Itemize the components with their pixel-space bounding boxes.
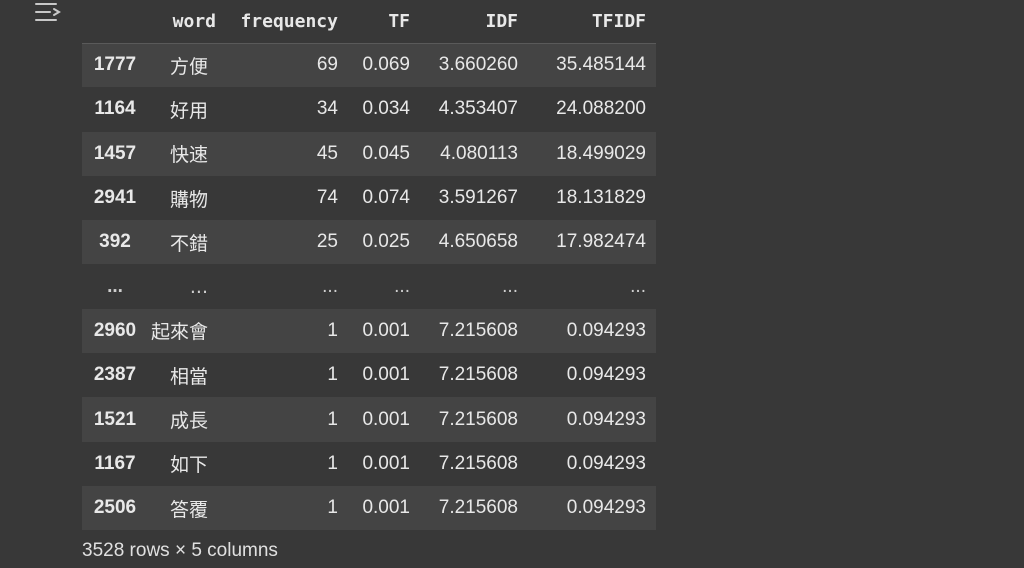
cell-tfidf: 17.982474 <box>556 231 646 253</box>
cell-word: ... <box>189 275 208 298</box>
cell-tfidf: 35.485144 <box>556 54 646 76</box>
dataframe-table: word frequency TF IDF TFIDF 1777 方便 69 0.06… <box>82 0 656 531</box>
cell-word: 快速 <box>169 144 208 167</box>
row-index: 392 <box>99 231 131 253</box>
row-index: 1167 <box>94 452 136 474</box>
cell-tfidf: 0.094293 <box>566 408 646 430</box>
cell-idf: 4.353407 <box>438 98 518 120</box>
cell-tfidf: 0.094293 <box>566 364 646 386</box>
table-row: 2941 購物 74 0.074 3.591267 18.131829 <box>82 175 656 221</box>
cell-word: 答覆 <box>169 498 208 521</box>
cell-tf: 0.045 <box>362 142 410 164</box>
row-index: 1164 <box>94 98 136 120</box>
cell-frequency: 69 <box>316 54 338 76</box>
row-index: 1777 <box>93 54 137 76</box>
column-header-frequency: frequency <box>226 0 348 44</box>
cell-idf: 7.215608 <box>438 364 518 386</box>
cell-frequency: 1 <box>327 408 338 430</box>
dataframe-output: word frequency TF IDF TFIDF 1777 方便 69 0.06… <box>82 0 656 531</box>
cell-tfidf: ... <box>630 275 646 297</box>
cell-tf: 0.001 <box>362 408 410 430</box>
table-row: 1777 方便 69 0.069 3.660260 35.485144 <box>82 43 656 88</box>
cell-idf: 4.080113 <box>440 142 518 164</box>
cell-word: 好用 <box>169 99 208 122</box>
cell-tfidf: 24.088200 <box>556 98 646 120</box>
table-row: 2387 相當 1 0.001 7.215608 0.094293 <box>82 353 656 398</box>
cell-frequency: 1 <box>327 364 338 386</box>
cell-tfidf: 0.094293 <box>566 452 646 474</box>
cell-word: 成長 <box>169 410 208 433</box>
cell-tf: ... <box>394 275 410 297</box>
table-row-ellipsis: .................. <box>82 264 656 309</box>
cell-idf: 7.215608 <box>438 497 518 519</box>
cell-word: 相當 <box>169 365 208 388</box>
dataframe-shape-text: 3528 rows × 5 columns <box>82 540 278 561</box>
row-index: 2941 <box>93 187 137 209</box>
row-index: 2387 <box>93 364 137 386</box>
row-index: 1457 <box>93 142 137 164</box>
cell-tfidf: 0.094293 <box>566 497 646 519</box>
column-header-word: word <box>148 0 226 44</box>
cell-word: 方便 <box>169 55 208 78</box>
column-header-tf: TF <box>348 0 420 44</box>
table-row: 2960 起來會 1 0.001 7.215608 0.094293 <box>82 308 656 354</box>
cell-tf: 0.025 <box>362 231 410 253</box>
cell-frequency: 1 <box>327 497 338 519</box>
cell-frequency: 74 <box>316 187 338 209</box>
table-row: 1521 成長 1 0.001 7.215608 0.094293 <box>82 397 656 442</box>
row-index: 1521 <box>93 408 137 430</box>
table-row: 392 不錯 25 0.025 4.650658 17.982474 <box>82 220 656 265</box>
cell-tf: 0.001 <box>362 497 410 519</box>
cell-frequency: ... <box>322 275 338 297</box>
cell-tf: 0.001 <box>362 364 410 386</box>
cell-frequency: 1 <box>327 452 338 474</box>
row-index: 2506 <box>93 497 137 519</box>
cell-idf: 7.215608 <box>438 452 518 474</box>
cell-tfidf: 18.131829 <box>556 187 646 209</box>
table-row: 1164 好用 34 0.034 4.353407 24.088200 <box>82 87 656 132</box>
header-row: word frequency TF IDF TFIDF <box>82 0 656 44</box>
cell-idf: 7.215608 <box>438 408 518 430</box>
cell-idf: 3.660260 <box>438 54 518 76</box>
cell-tf: 0.001 <box>362 319 410 341</box>
cell-idf: 7.215608 <box>438 319 518 341</box>
cell-idf: ... <box>502 275 518 297</box>
cell-frequency: 25 <box>316 231 338 253</box>
table-body: 1777 方便 69 0.069 3.660260 35.485144 1164 好用 34 0.… <box>82 43 656 531</box>
cell-tf: 0.069 <box>362 54 410 76</box>
row-index: ... <box>107 275 123 297</box>
output-actions-icon[interactable] <box>32 0 64 26</box>
cell-tfidf: 0.094293 <box>566 319 646 341</box>
table-row: 1167 如下 1 0.001 7.215608 0.094293 <box>82 441 656 486</box>
column-header-idf: IDF <box>420 0 528 44</box>
column-header-tfidf: TFIDF <box>528 0 656 44</box>
cell-tfidf: 18.499029 <box>556 142 646 164</box>
cell-word: 不錯 <box>169 232 208 255</box>
cell-tf: 0.001 <box>362 452 410 474</box>
cell-word: 起來會 <box>150 321 208 344</box>
cell-tf: 0.034 <box>362 98 410 120</box>
table-row: 1457 快速 45 0.045 4.080113 18.499029 <box>82 131 656 176</box>
cell-frequency: 1 <box>327 319 338 341</box>
row-index: 2960 <box>93 319 137 341</box>
table-row: 2506 答覆 1 0.001 7.215608 0.094293 <box>82 485 656 531</box>
cell-idf: 4.650658 <box>438 231 518 253</box>
cell-frequency: 34 <box>316 98 338 120</box>
cell-word: 購物 <box>169 188 208 211</box>
cell-idf: 3.591267 <box>438 187 518 209</box>
cell-frequency: 45 <box>316 142 338 164</box>
index-header <box>82 0 148 44</box>
cell-tf: 0.074 <box>362 187 410 209</box>
cell-word: 如下 <box>169 454 208 477</box>
